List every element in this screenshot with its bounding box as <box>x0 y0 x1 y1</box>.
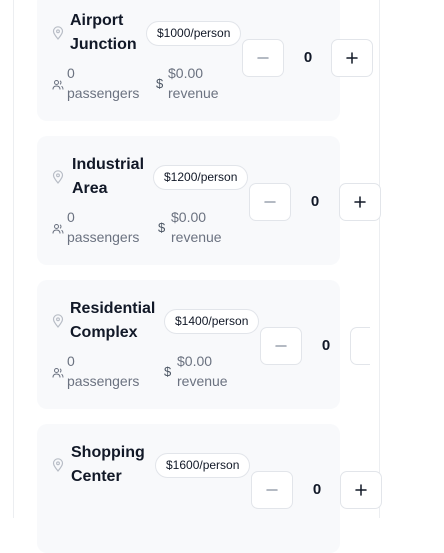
map-pin-icon <box>52 314 64 328</box>
increment-button[interactable] <box>350 327 370 365</box>
increment-button[interactable] <box>331 39 373 77</box>
price-badge: $1000/person <box>146 21 242 46</box>
passengers-label: passengers <box>67 229 140 245</box>
passengers-count: 0 <box>67 353 75 369</box>
passenger-quantity: 0 <box>312 481 322 498</box>
revenue-label: revenue <box>171 229 222 245</box>
passengers-count: 0 <box>67 65 75 81</box>
decrement-button[interactable] <box>260 327 302 365</box>
location-card: Residential Complex $1400/person 0 passe… <box>37 280 370 409</box>
users-icon <box>52 368 64 378</box>
revenue-stat: $0.00 revenue <box>168 63 219 103</box>
passengers-label: passengers <box>67 373 140 389</box>
passenger-quantity: 0 <box>321 337 331 354</box>
plus-icon <box>346 52 358 64</box>
revenue-value: $0.00 <box>168 65 204 81</box>
plus-icon <box>355 484 367 496</box>
location-card: Airport Junction $1000/person 0 passenge… <box>37 0 373 121</box>
revenue-stat: $0.00 revenue <box>177 351 228 391</box>
dollar-icon: $ <box>158 220 166 235</box>
location-name-line: Area <box>72 180 108 197</box>
passenger-quantity: 0 <box>310 193 320 210</box>
location-card: Industrial Area $1200/person 0 passenger… <box>37 136 381 265</box>
passengers-stat: 0 passengers <box>67 63 139 103</box>
map-pin-icon <box>52 458 64 472</box>
location-name: Industrial Area <box>72 153 162 201</box>
passengers-count: 0 <box>67 209 75 225</box>
location-name-line: Shopping <box>71 444 145 461</box>
decrement-button[interactable] <box>249 183 291 221</box>
location-name-line: Industrial <box>72 156 145 173</box>
increment-button[interactable] <box>340 471 382 509</box>
decrement-button[interactable] <box>251 471 293 509</box>
passenger-quantity: 0 <box>303 49 313 66</box>
users-icon <box>52 80 64 90</box>
dollar-icon: $ <box>156 76 164 91</box>
minus-icon <box>266 489 278 491</box>
users-icon <box>52 224 64 234</box>
increment-button[interactable] <box>339 183 381 221</box>
passengers-stat: 0 passengers <box>67 351 139 391</box>
revenue-label: revenue <box>168 85 219 101</box>
minus-icon <box>275 345 287 347</box>
revenue-value: $0.00 <box>171 209 207 225</box>
revenue-stat: $0.00 revenue <box>171 207 222 247</box>
location-card: Shopping Center $1600/person 0 <box>37 424 382 553</box>
passengers-label: passengers <box>67 85 140 101</box>
revenue-value: $0.00 <box>177 353 213 369</box>
map-pin-icon <box>52 26 64 40</box>
revenue-label: revenue <box>177 373 228 389</box>
passengers-stat: 0 passengers <box>67 207 139 247</box>
plus-icon <box>354 196 366 208</box>
dollar-icon: $ <box>164 364 172 379</box>
minus-icon <box>257 57 269 59</box>
location-name: Residential Complex <box>70 297 170 345</box>
price-badge: $1200/person <box>153 165 249 190</box>
location-name-line: Center <box>71 468 122 485</box>
price-badge: $1600/person <box>155 453 251 478</box>
location-name-line: Complex <box>70 324 138 341</box>
map-pin-icon <box>52 170 64 184</box>
minus-icon <box>264 201 276 203</box>
location-name: Shopping Center <box>71 441 161 489</box>
price-badge: $1400/person <box>164 309 260 334</box>
location-name-line: Residential <box>70 300 156 317</box>
decrement-button[interactable] <box>242 39 284 77</box>
